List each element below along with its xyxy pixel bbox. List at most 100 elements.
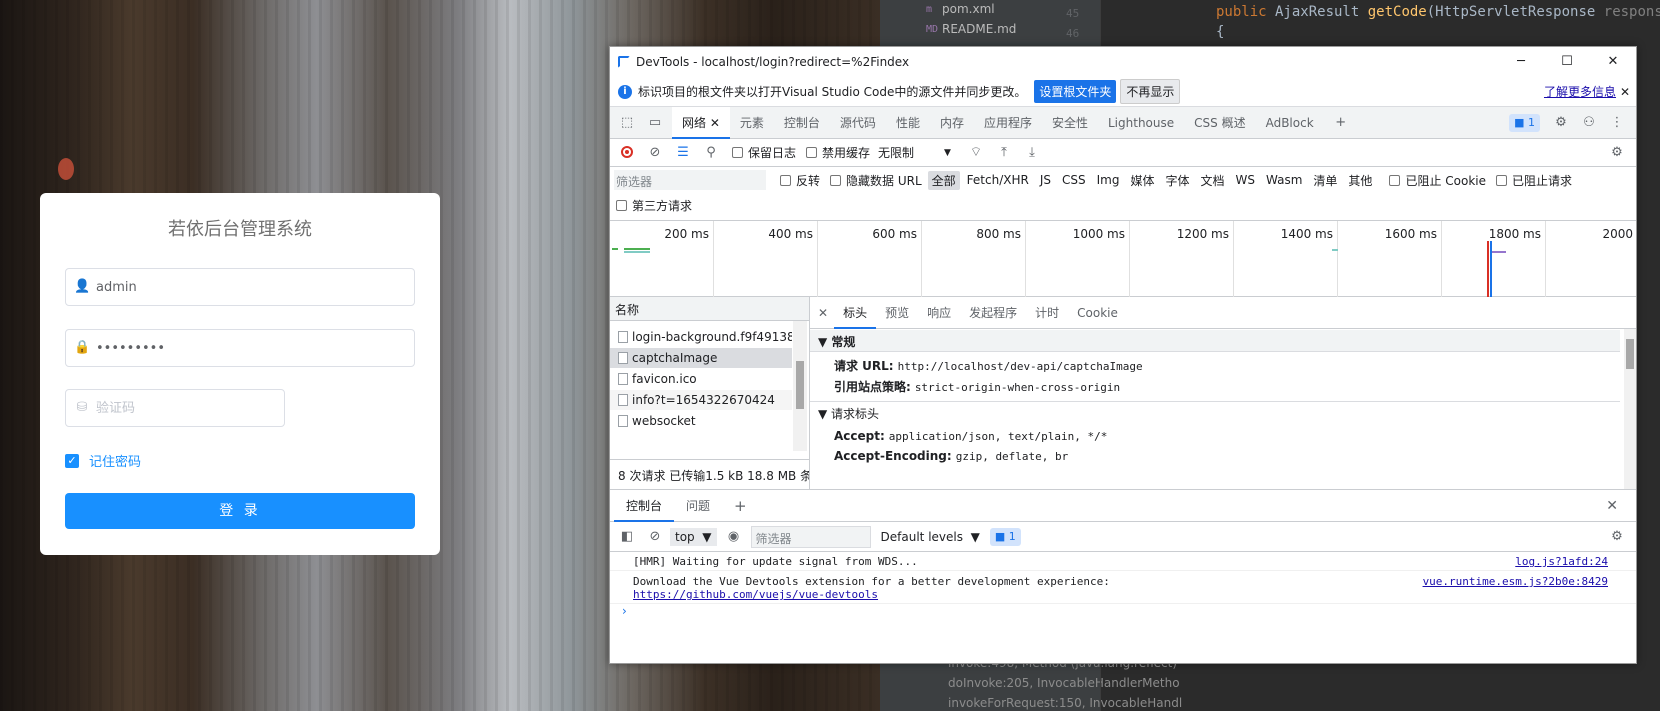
console-settings-icon[interactable]: ⚙ [1606,526,1628,548]
scrollbar-thumb[interactable] [796,361,804,409]
network-conditions-icon[interactable]: ⌔ [965,142,987,164]
console-prompt[interactable]: › [622,604,627,618]
remember-checkbox[interactable]: ✓ 记住密码 [65,451,141,470]
message-source-link[interactable]: log.js?1afd:24 [1515,555,1608,568]
password-field[interactable]: 🔒 [65,329,415,367]
captcha-input[interactable] [96,398,276,418]
add-tab-icon[interactable]: + [1330,112,1352,134]
minimize-icon[interactable]: ─ [1498,47,1544,77]
tab-performance[interactable]: 性能 [886,107,930,139]
tab-elements[interactable]: 元素 [730,107,774,139]
file-pom[interactable]: pom.xml [942,2,995,16]
eye-icon[interactable]: ◉ [723,526,745,548]
request-row[interactable]: captchaImage [610,348,792,368]
username-field[interactable]: 👤 [65,268,415,306]
filter-type-font[interactable]: 字体 [1161,171,1193,190]
record-icon[interactable] [616,142,638,164]
network-overview[interactable]: 200 ms 400 ms 600 ms 800 ms 1000 ms 1200… [610,221,1636,297]
dont-show-again-button[interactable]: 不再显示 [1120,79,1181,104]
search-icon[interactable]: ⚲ [700,142,722,164]
filter-type-all[interactable]: 全部 [927,170,960,190]
console-issues-badge[interactable]: ■ 1 [989,527,1021,546]
tab-network[interactable]: 网络 ✕ [672,106,730,139]
request-row[interactable]: favicon.ico [610,369,792,389]
code-line[interactable]: { [1216,24,1224,40]
filter-input[interactable]: 筛选器 [614,170,766,190]
drawer-tab-issues[interactable]: 问题 [674,490,722,522]
tab-security[interactable]: 安全性 [1042,107,1098,139]
request-list-scrollbar[interactable] [793,321,807,451]
filter-type-js[interactable]: JS [1036,172,1055,188]
stack-frame[interactable]: invokeForRequest:150, InvocableHandl [948,696,1182,710]
filter-type-fetch[interactable]: Fetch/XHR [963,172,1033,188]
request-row[interactable]: login-background.f9f49138.jp [610,327,792,347]
tab-timing[interactable]: 计时 [1026,297,1068,329]
name-column-header[interactable]: 名称 [610,297,809,321]
filter-type-img[interactable]: Img [1093,172,1124,188]
blocked-requests-checkbox[interactable]: 已阻止请求 [1495,172,1572,189]
tab-preview[interactable]: 预览 [876,297,918,329]
captcha-field[interactable]: ⛁ [65,389,285,427]
password-input[interactable] [96,338,396,358]
upload-icon[interactable]: ⤒ [993,142,1015,164]
filter-type-other[interactable]: 其他 [1344,171,1376,190]
filter-type-media[interactable]: 媒体 [1126,171,1158,190]
log-levels-select[interactable]: Default levels ▼ [881,530,980,544]
settings-icon[interactable]: ⚙ [1550,112,1572,134]
login-button[interactable]: 登 录 [65,493,415,529]
code-line[interactable]: public AjaxResult getCode(HttpServletRes… [1216,4,1660,20]
filter-type-ws[interactable]: WS [1232,172,1259,188]
context-select[interactable]: top ▼ [670,527,717,546]
hide-data-urls-checkbox[interactable]: 隐藏数据 URL [830,172,922,189]
tab-memory[interactable]: 内存 [930,107,974,139]
tab-application[interactable]: 应用程序 [974,107,1042,139]
console-filter-input[interactable]: 筛选器 [750,525,871,548]
disable-cache-checkbox[interactable]: 禁用缓存 [806,144,870,161]
tab-headers[interactable]: 标头 [834,297,877,329]
tab-initiator[interactable]: 发起程序 [960,297,1026,329]
tab-sources[interactable]: 源代码 [830,107,886,139]
close-icon[interactable]: ✕ [1620,85,1630,99]
tab-adblock[interactable]: AdBlock [1256,107,1324,139]
close-detail-icon[interactable]: ✕ [818,306,828,320]
message-source-link[interactable]: vue.runtime.esm.js?2b0e:8429 [1423,575,1608,588]
username-input[interactable] [96,277,396,297]
throttle-select[interactable]: 无限制 ▼ [878,144,951,161]
preserve-log-checkbox[interactable]: 保留日志 [732,144,796,161]
close-drawer-icon[interactable]: ✕ [1594,490,1630,522]
filter-type-css[interactable]: CSS [1058,172,1090,188]
detail-scrollbar[interactable] [1624,329,1636,489]
file-readme[interactable]: README.md [942,22,1016,36]
customize-icon[interactable]: ⚇ [1578,112,1600,134]
sidebar-toggle-icon[interactable]: ◧ [616,526,638,548]
tab-response[interactable]: 响应 [918,297,960,329]
learn-more-link[interactable]: 了解更多信息 [1544,83,1616,100]
request-headers-section-header[interactable]: ▼ 请求标头 [810,401,1620,423]
tab-console[interactable]: 控制台 [774,107,830,139]
set-root-folder-button[interactable]: 设置根文件夹 [1034,80,1117,103]
request-row[interactable]: websocket [610,411,792,431]
filter-type-wasm[interactable]: Wasm [1262,172,1306,188]
third-party-checkbox[interactable]: 第三方请求 [616,197,692,214]
clear-console-icon[interactable]: ⊘ [644,526,666,548]
scrollbar-thumb[interactable] [1626,339,1634,369]
filter-type-manifest[interactable]: 清单 [1309,171,1341,190]
device-toolbar-icon[interactable]: ▭ [644,112,666,134]
request-row[interactable]: info?t=1654322670424 [610,390,792,410]
tab-lighthouse[interactable]: Lighthouse [1098,107,1184,139]
settings-icon[interactable]: ⚙ [1606,142,1628,164]
download-icon[interactable]: ⤓ [1021,142,1043,164]
inspect-icon[interactable]: ⬚ [616,112,638,134]
blocked-cookies-checkbox[interactable]: 已阻止 Cookie [1389,172,1486,189]
maximize-icon[interactable]: ☐ [1544,47,1590,77]
tab-cookies[interactable]: Cookie [1068,297,1127,329]
vue-devtools-link[interactable]: https://github.com/vuejs/vue-devtools [633,588,878,601]
drawer-tab-console[interactable]: 控制台 [614,490,675,522]
clear-icon[interactable]: ⊘ [644,142,666,164]
more-options-icon[interactable]: ⋮ [1606,112,1628,134]
close-icon[interactable]: ✕ [1590,47,1636,77]
general-section-header[interactable]: ▼ 常规 [810,330,1620,352]
invert-checkbox[interactable]: 反转 [780,172,820,189]
filter-type-doc[interactable]: 文档 [1197,171,1229,190]
filter-icon[interactable]: ☰ [672,142,694,164]
